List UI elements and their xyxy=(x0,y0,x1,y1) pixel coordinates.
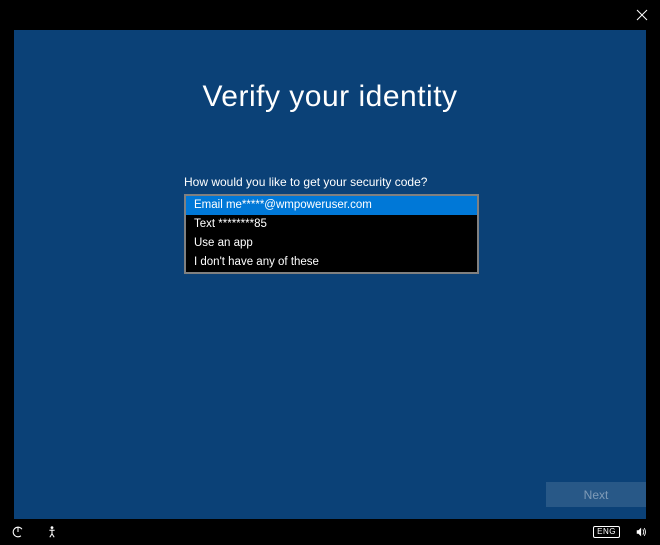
option-app[interactable]: Use an app xyxy=(186,234,477,253)
keyboard-language-indicator[interactable]: ENG xyxy=(593,526,620,538)
main-panel: Verify your identity How would you like … xyxy=(14,30,646,519)
volume-icon[interactable] xyxy=(634,524,650,540)
option-email[interactable]: Email me*****@wmpoweruser.com xyxy=(186,196,477,215)
accessibility-icon[interactable] xyxy=(44,524,60,540)
close-icon[interactable] xyxy=(634,7,650,23)
option-text[interactable]: Text ********85 xyxy=(186,215,477,234)
taskbar: ENG xyxy=(0,519,660,545)
prompt-text: How would you like to get your security … xyxy=(184,175,427,189)
option-none[interactable]: I don't have any of these xyxy=(186,253,477,272)
verification-method-select[interactable]: Email me*****@wmpoweruser.com Text *****… xyxy=(184,194,479,274)
page-title: Verify your identity xyxy=(14,80,646,114)
power-icon[interactable] xyxy=(10,524,26,540)
next-button[interactable]: Next xyxy=(546,482,646,507)
